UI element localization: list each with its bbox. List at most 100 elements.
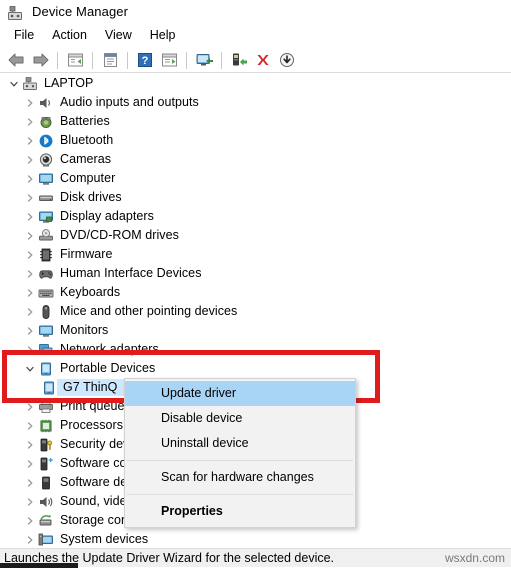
tree-node-cameras[interactable]: Cameras — [0, 150, 511, 169]
chevron-right-icon[interactable] — [22, 150, 38, 169]
tree-node-system-devices[interactable]: System devices — [0, 530, 511, 548]
tree-node-label: Computer — [60, 171, 116, 185]
chevron-right-icon[interactable] — [22, 226, 38, 245]
chevron-right-icon[interactable] — [22, 321, 38, 340]
chevron-right-icon[interactable] — [22, 302, 38, 321]
chevron-right-icon[interactable] — [22, 492, 38, 511]
show-hide-console-tree-icon[interactable] — [63, 49, 87, 71]
menu-file[interactable]: File — [5, 26, 43, 46]
tree-node-label: LAPTOP — [44, 76, 94, 90]
chevron-right-icon[interactable] — [22, 397, 38, 416]
tree-node-label: Network adapters — [60, 342, 159, 356]
context-menu-separator — [127, 460, 353, 461]
chevron-right-icon[interactable] — [22, 93, 38, 112]
context-menu[interactable]: Update driver Disable device Uninstall d… — [124, 378, 356, 528]
tree-node-label: Portable Devices — [60, 361, 156, 375]
chevron-right-icon[interactable] — [22, 283, 38, 302]
properties-icon[interactable] — [98, 49, 122, 71]
tree-node-disk-drives[interactable]: Disk drives — [0, 188, 511, 207]
tree-node-monitors[interactable]: Monitors — [0, 321, 511, 340]
tree-node-bluetooth[interactable]: Bluetooth — [0, 131, 511, 150]
menu-view[interactable]: View — [96, 26, 141, 46]
tree-node-label: DVD/CD-ROM drives — [60, 228, 179, 242]
menu-action[interactable]: Action — [43, 26, 96, 46]
tree-node-label: Disk drives — [60, 190, 122, 204]
toolbar-separator — [221, 51, 222, 69]
chevron-right-icon[interactable] — [22, 454, 38, 473]
tree-node-label: Bluetooth — [60, 133, 114, 147]
speaker-icon — [38, 95, 54, 111]
context-menu-item-disable-device[interactable]: Disable device — [125, 406, 355, 431]
processor-icon — [38, 418, 54, 434]
context-menu-item-update-driver[interactable]: Update driver — [125, 381, 355, 406]
titlebar: Device Manager — [0, 0, 511, 24]
context-menu-item-scan-for-hardware-changes[interactable]: Scan for hardware changes — [125, 465, 355, 490]
tree-node-label: Firmware — [60, 247, 113, 261]
monitor-icon — [38, 171, 54, 187]
show-hide-action-pane-icon[interactable] — [157, 49, 181, 71]
chevron-down-icon[interactable] — [6, 74, 22, 93]
battery-icon — [38, 114, 54, 130]
tree-node-computer[interactable]: Computer — [0, 169, 511, 188]
tree-node-keyboards[interactable]: Keyboards — [0, 283, 511, 302]
chevron-right-icon[interactable] — [22, 112, 38, 131]
tree-node-firmware[interactable]: Firmware — [0, 245, 511, 264]
firmware-chip-icon — [38, 247, 54, 263]
tree-node-audio-inputs-and-outputs[interactable]: Audio inputs and outputs — [0, 93, 511, 112]
chevron-right-icon[interactable] — [22, 473, 38, 492]
tree-node-batteries[interactable]: Batteries — [0, 112, 511, 131]
menu-help[interactable]: Help — [141, 26, 185, 46]
context-menu-item-properties[interactable]: Properties — [125, 499, 355, 524]
portable-device-icon — [41, 380, 57, 396]
tree-node-mice-and-other-pointing-devices[interactable]: Mice and other pointing devices — [0, 302, 511, 321]
tree-node-human-interface-devices[interactable]: Human Interface Devices — [0, 264, 511, 283]
hid-icon — [38, 266, 54, 282]
tree-node-label: Keyboards — [60, 285, 121, 299]
help-icon[interactable]: ? — [133, 49, 157, 71]
toolbar-separator — [57, 51, 58, 69]
tree-node-laptop[interactable]: LAPTOP — [0, 74, 511, 93]
tree-node-label: Display adapters — [60, 209, 154, 223]
tree-node-display-adapters[interactable]: Display adapters — [0, 207, 511, 226]
context-menu-separator — [127, 494, 353, 495]
device-manager-icon — [7, 5, 24, 22]
camera-icon — [38, 152, 54, 168]
forward-arrow-icon[interactable] — [28, 49, 52, 71]
chevron-right-icon[interactable] — [22, 131, 38, 150]
update-driver-icon[interactable] — [227, 49, 251, 71]
optical-drive-icon — [38, 228, 54, 244]
disable-device-icon[interactable] — [275, 49, 299, 71]
tree-node-label: G7 ThinQ — [63, 380, 118, 394]
uninstall-device-icon[interactable] — [251, 49, 275, 71]
context-menu-item-uninstall-device[interactable]: Uninstall device — [125, 431, 355, 456]
tree-node-portable-devices[interactable]: Portable Devices — [0, 359, 511, 378]
device-manager-window: Device Manager File Action View Help ? L… — [0, 0, 511, 571]
software-component-icon — [38, 456, 54, 472]
software-device-icon — [38, 475, 54, 491]
tree-node-network-adapters[interactable]: Network adapters — [0, 340, 511, 359]
chevron-right-icon[interactable] — [22, 511, 38, 530]
tree-node-label: Cameras — [60, 152, 112, 166]
system-device-icon — [38, 532, 54, 548]
menubar: File Action View Help — [0, 25, 511, 47]
chevron-right-icon[interactable] — [22, 264, 38, 283]
chevron-right-icon[interactable] — [22, 340, 38, 359]
chevron-right-icon[interactable] — [22, 530, 38, 548]
chevron-right-icon[interactable] — [22, 435, 38, 454]
window-title: Device Manager — [32, 4, 129, 19]
chevron-right-icon[interactable] — [22, 169, 38, 188]
tree-node-label: Mice and other pointing devices — [60, 304, 238, 318]
network-adapter-icon — [38, 342, 54, 358]
tree-node-label: Audio inputs and outputs — [60, 95, 199, 109]
chevron-right-icon[interactable] — [22, 245, 38, 264]
tree-node-dvd-cd-rom-drives[interactable]: DVD/CD-ROM drives — [0, 226, 511, 245]
security-device-icon — [38, 437, 54, 453]
toolbar-separator — [127, 51, 128, 69]
chevron-right-icon[interactable] — [22, 188, 38, 207]
chevron-down-icon[interactable] — [22, 359, 38, 378]
scan-for-hardware-changes-icon[interactable] — [192, 49, 216, 71]
chevron-right-icon[interactable] — [22, 207, 38, 226]
back-arrow-icon[interactable] — [4, 49, 28, 71]
chevron-right-icon[interactable] — [22, 416, 38, 435]
toolbar-separator — [186, 51, 187, 69]
